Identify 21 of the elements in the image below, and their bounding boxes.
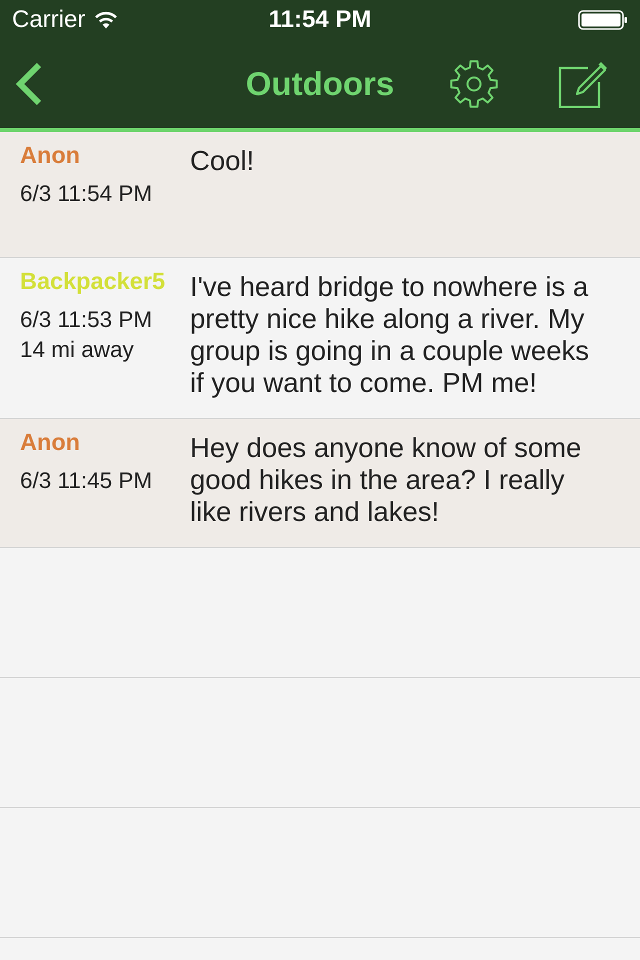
status-time: 11:54 PM — [268, 6, 372, 34]
message-text: Cool! — [190, 144, 256, 178]
author-name: Anon — [20, 428, 80, 456]
post-distance: 14 mi away — [20, 336, 134, 364]
carrier-name: Carrier — [12, 6, 86, 34]
post-row[interactable]: Anon 6/3 11:54 PM Cool! — [0, 132, 640, 258]
author-name: Anon — [20, 141, 80, 169]
wifi-icon — [94, 11, 118, 29]
settings-icon — [450, 60, 498, 108]
message-text: Hey does anyone know of some good hikes in the area? I really like rivers and lakes! — [190, 431, 582, 528]
message-text: I've heard bridge to nowhere is a pretty nice hike along a river. My group is going in a couple weeks if you want to come. PM me! — [190, 270, 590, 399]
author-name: Backpacker5 — [20, 267, 166, 295]
screen-title: Outdoors — [244, 64, 394, 104]
compose-icon — [558, 60, 608, 108]
settings-button[interactable] — [448, 58, 500, 110]
chevron-left-icon — [14, 62, 44, 106]
post-timestamp: 6/3 11:45 PM — [20, 467, 152, 495]
post-timestamp: 6/3 11:54 PM — [20, 180, 152, 208]
post-row[interactable]: Anon 6/3 11:45 PM Hey does anyone know of some good hikes in the area? I really like rivers and lakes! — [0, 419, 640, 548]
post-timestamp: 6/3 11:53 PM — [20, 306, 152, 334]
battery-icon — [578, 10, 628, 30]
